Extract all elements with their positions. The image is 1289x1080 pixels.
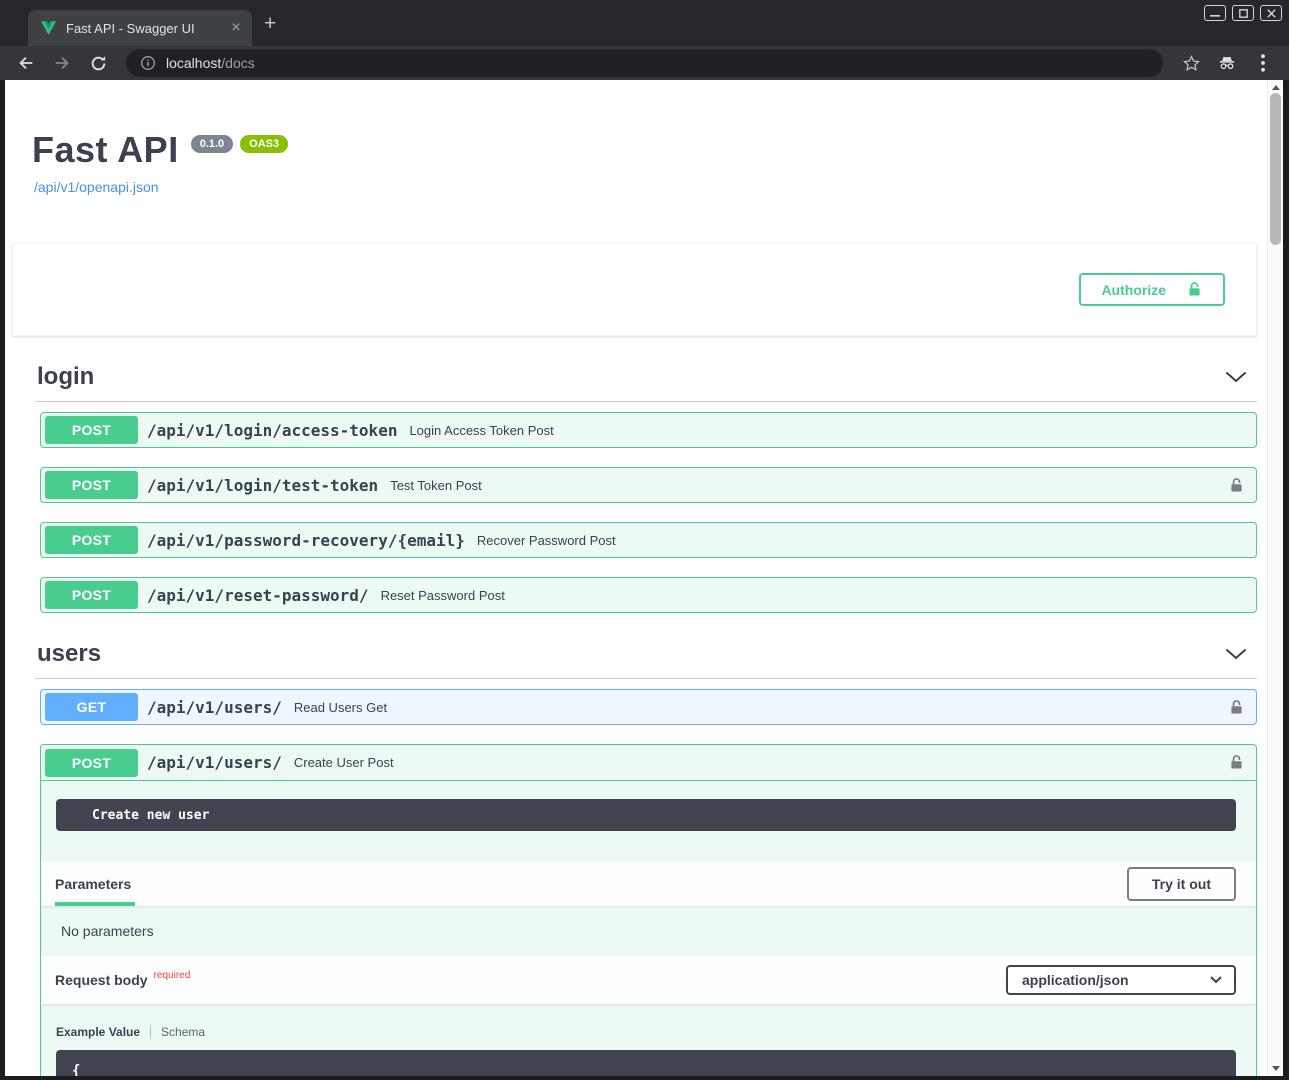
parameters-header: Parameters Try it out — [41, 861, 1256, 906]
page-viewport: Fast API 0.1.0 OAS3 /api/v1/openapi.json… — [5, 80, 1283, 1076]
version-badge: 0.1.0 — [191, 135, 233, 153]
address-bar[interactable]: localhost/docs — [126, 49, 1163, 77]
chevron-down-icon[interactable] — [1225, 371, 1247, 383]
window-title-bar: Fast API - Swagger UI × + — [0, 0, 1289, 46]
example-code-block[interactable]: { — [56, 1050, 1236, 1076]
scheme-container: Authorize — [12, 243, 1257, 336]
model-example-tabs: Example Value Schema — [56, 1025, 1236, 1050]
unlocked-padlock-icon[interactable] — [1228, 754, 1245, 771]
window-controls — [1204, 5, 1282, 21]
section-header-users[interactable]: users — [35, 613, 1257, 679]
forward-button[interactable] — [46, 49, 78, 77]
operation-path: /api/v1/reset-password/ — [147, 586, 369, 605]
try-it-out-button[interactable]: Try it out — [1127, 867, 1236, 901]
tab-title: Fast API - Swagger UI — [66, 21, 226, 36]
operations-list: POST /api/v1/login/access-token Login Ac… — [35, 402, 1257, 613]
operation-row[interactable]: POST /api/v1/reset-password/ Reset Passw… — [40, 577, 1257, 613]
section-header-login[interactable]: login — [35, 336, 1257, 402]
api-title-row: Fast API 0.1.0 OAS3 — [32, 130, 1267, 170]
method-badge: POST — [45, 749, 138, 777]
url-path: /docs — [221, 55, 254, 71]
operation-summary: Read Users Get — [294, 700, 387, 715]
operations-list: GET /api/v1/users/ Read Users Get POST /… — [35, 679, 1257, 1076]
browser-tab[interactable]: Fast API - Swagger UI × — [28, 10, 252, 46]
example-section: Example Value Schema { — [41, 1004, 1256, 1076]
media-type-select[interactable]: application/json — [1006, 965, 1236, 995]
scrollbar[interactable] — [1267, 80, 1283, 1076]
operation-path: /api/v1/login/test-token — [147, 476, 378, 495]
page-title: Fast API — [32, 130, 179, 170]
operation-path: /api/v1/users/ — [147, 753, 282, 772]
section-title: login — [37, 363, 94, 391]
bookmark-star-icon[interactable] — [1175, 49, 1207, 77]
operation-summary: Test Token Post — [390, 478, 482, 493]
operation-row[interactable]: POST /api/v1/login/test-token Test Token… — [40, 467, 1257, 503]
browser-toolbar: localhost/docs — [0, 46, 1289, 80]
back-button[interactable] — [10, 49, 42, 77]
title-badges: 0.1.0 OAS3 — [191, 135, 288, 153]
scrollbar-down-arrow[interactable] — [1272, 1066, 1280, 1071]
scrollbar-up-arrow[interactable] — [1272, 85, 1280, 90]
chevron-down-icon[interactable] — [1225, 648, 1247, 660]
operation-path: /api/v1/users/ — [147, 698, 282, 717]
section-title: users — [37, 640, 101, 668]
openapi-spec-link[interactable]: /api/v1/openapi.json — [34, 179, 159, 195]
request-body-label: Request body — [55, 972, 148, 988]
operation-summary: Create User Post — [294, 755, 394, 770]
operation-row[interactable]: POST /api/v1/login/access-token Login Ac… — [40, 412, 1257, 448]
operation-row[interactable]: POST /api/v1/users/ Create User Post — [41, 745, 1256, 781]
api-info: Fast API 0.1.0 OAS3 /api/v1/openapi.json — [5, 80, 1267, 197]
operation-row[interactable]: POST /api/v1/password-recovery/{email} R… — [40, 522, 1257, 558]
incognito-icon — [1211, 49, 1243, 77]
operation-description-wrapper: Create new user — [41, 781, 1256, 837]
oas3-badge: OAS3 — [240, 135, 288, 153]
scrollbar-thumb[interactable] — [1270, 93, 1281, 245]
url-text: localhost/docs — [166, 55, 255, 71]
operation-path: /api/v1/login/access-token — [147, 421, 397, 440]
new-tab-button[interactable]: + — [264, 13, 276, 34]
tag-section-users: users GET /api/v1/users/ Read Users Get … — [35, 613, 1257, 1076]
required-badge: required — [154, 970, 191, 981]
method-badge: GET — [45, 693, 138, 721]
unlocked-padlock-icon[interactable] — [1228, 477, 1245, 494]
tag-section-login: login POST /api/v1/login/access-token Lo… — [35, 336, 1257, 613]
minimize-button[interactable] — [1204, 5, 1226, 21]
method-badge: POST — [45, 416, 138, 444]
operation-row[interactable]: GET /api/v1/users/ Read Users Get — [40, 689, 1257, 725]
url-host: localhost — [166, 55, 221, 71]
maximize-button[interactable] — [1232, 5, 1254, 21]
site-info-icon[interactable] — [140, 55, 156, 71]
unlocked-padlock-icon[interactable] — [1228, 699, 1245, 716]
operation-summary: Reset Password Post — [381, 588, 505, 603]
tab-separator — [150, 1025, 151, 1039]
method-badge: POST — [45, 471, 138, 499]
no-parameters-text: No parameters — [41, 906, 1256, 956]
chevron-down-icon — [1210, 976, 1222, 984]
operation-summary: Login Access Token Post — [409, 423, 553, 438]
swagger-ui-content: Fast API 0.1.0 OAS3 /api/v1/openapi.json… — [5, 80, 1267, 1076]
operation-expanded: POST /api/v1/users/ Create User Post Cre… — [40, 744, 1257, 1076]
unlocked-padlock-icon — [1186, 281, 1203, 298]
authorize-label: Authorize — [1101, 282, 1166, 298]
operation-description: Create new user — [56, 799, 1236, 831]
media-type-value: application/json — [1022, 972, 1129, 988]
operation-path: /api/v1/password-recovery/{email} — [147, 531, 465, 550]
code-line: { — [72, 1063, 80, 1076]
request-body-header: Request body required application/json — [41, 956, 1256, 1004]
tab-close-icon[interactable]: × — [226, 19, 246, 37]
operation-summary: Recover Password Post — [477, 533, 616, 548]
tab-schema[interactable]: Schema — [161, 1025, 205, 1039]
method-badge: POST — [45, 581, 138, 609]
close-window-button[interactable] — [1260, 5, 1282, 21]
v-logo-icon — [41, 21, 56, 35]
authorize-button[interactable]: Authorize — [1079, 273, 1225, 306]
tab-parameters[interactable]: Parameters — [55, 861, 131, 906]
browser-menu-icon[interactable] — [1247, 49, 1279, 77]
tab-example-value[interactable]: Example Value — [56, 1025, 140, 1039]
reload-button[interactable] — [82, 49, 114, 77]
method-badge: POST — [45, 526, 138, 554]
